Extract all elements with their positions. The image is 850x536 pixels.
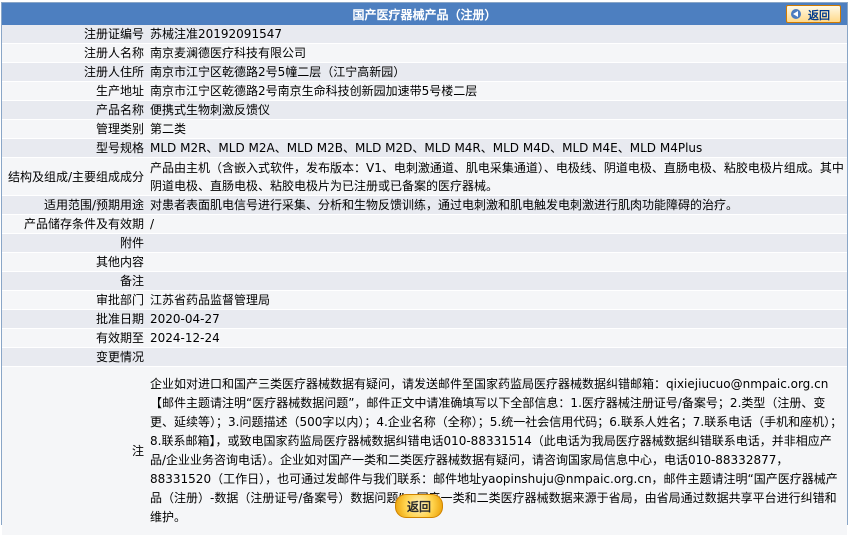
row-label: 管理类别 bbox=[2, 119, 147, 139]
note-text: 企业如对进口和国产三类医疗器械数据有疑问，请发送邮件至国家药监局医疗器械数据纠错… bbox=[147, 366, 847, 536]
title-bar: 国产医疗器械产品（注册） 返回 bbox=[2, 3, 847, 25]
info-table: 注册证编号 苏械注准20192091547 注册人名称 南京麦澜德医疗科技有限公司 注册… bbox=[2, 25, 847, 536]
row-value: 苏械注准20192091547 bbox=[147, 25, 847, 44]
back-button-top[interactable]: 返回 bbox=[786, 5, 841, 23]
row-value: / bbox=[147, 214, 847, 234]
row-value: 2020-04-27 bbox=[147, 309, 847, 329]
row-label: 有效期至 bbox=[2, 328, 147, 348]
row-label: 批准日期 bbox=[2, 309, 147, 329]
info-row: 附件 bbox=[2, 233, 847, 253]
row-label: 附件 bbox=[2, 233, 147, 253]
info-row: 批准日期 2020-04-27 bbox=[2, 309, 847, 329]
info-row: 型号规格 MLD M2R、MLD M2A、MLD M2B、MLD M2D、MLD … bbox=[2, 138, 847, 158]
row-label: 结构及组成/主要组成成分 bbox=[2, 157, 147, 196]
row-value: MLD M2R、MLD M2A、MLD M2B、MLD M2D、MLD M4R、… bbox=[147, 138, 847, 158]
back-arrow-icon bbox=[791, 9, 801, 19]
info-row: 注册人住所 南京市江宁区乾德路2号5幢二层（江宁高新园） bbox=[2, 62, 847, 82]
info-row: 注册证编号 苏械注准20192091547 bbox=[2, 25, 847, 44]
info-row: 备注 bbox=[2, 271, 847, 291]
row-value: 南京麦澜德医疗科技有限公司 bbox=[147, 43, 847, 63]
row-label: 型号规格 bbox=[2, 138, 147, 158]
row-label: 注册证编号 bbox=[2, 25, 147, 44]
note-label: 注 bbox=[2, 366, 147, 536]
info-row: 适用范围/预期用途 对患者表面肌电信号进行采集、分析和生物反馈训练，通过电刺激和肌… bbox=[2, 195, 847, 215]
row-label: 变更情况 bbox=[2, 347, 147, 367]
info-row: 有效期至 2024-12-24 bbox=[2, 328, 847, 348]
row-value: 第二类 bbox=[147, 119, 847, 139]
back-button-top-label: 返回 bbox=[808, 9, 830, 22]
row-value bbox=[147, 233, 847, 253]
back-button-bottom[interactable]: 返回 bbox=[395, 494, 443, 518]
info-row: 审批部门 江苏省药品监督管理局 bbox=[2, 290, 847, 310]
row-value bbox=[147, 271, 847, 291]
row-value: 江苏省药品监督管理局 bbox=[147, 290, 847, 310]
row-value: 南京市江宁区乾德路2号5幢二层（江宁高新园） bbox=[147, 62, 847, 82]
row-value: 便携式生物刺激反馈仪 bbox=[147, 100, 847, 120]
back-button-bottom-label: 返回 bbox=[406, 500, 431, 514]
row-label: 注册人名称 bbox=[2, 43, 147, 63]
row-label: 注册人住所 bbox=[2, 62, 147, 82]
info-row: 产品名称 便携式生物刺激反馈仪 bbox=[2, 100, 847, 120]
row-label: 产品名称 bbox=[2, 100, 147, 120]
info-row: 产品储存条件及有效期 / bbox=[2, 214, 847, 234]
row-label: 生产地址 bbox=[2, 81, 147, 101]
row-value: 南京市江宁区乾德路2号南京生命科技创新园加速带5号楼二层 bbox=[147, 81, 847, 101]
info-row: 管理类别 第二类 bbox=[2, 119, 847, 139]
row-value bbox=[147, 347, 847, 367]
row-label: 备注 bbox=[2, 271, 147, 291]
row-label: 审批部门 bbox=[2, 290, 147, 310]
page-title: 国产医疗器械产品（注册） bbox=[352, 8, 497, 22]
info-row: 变更情况 bbox=[2, 347, 847, 367]
info-row: 结构及组成/主要组成成分 产品由主机（含嵌入式软件，发布版本：V1、电刺激通道、肌… bbox=[2, 157, 847, 196]
row-label: 其他内容 bbox=[2, 252, 147, 272]
info-row: 注册人名称 南京麦澜德医疗科技有限公司 bbox=[2, 43, 847, 63]
row-label: 产品储存条件及有效期 bbox=[2, 214, 147, 234]
row-value: 对患者表面肌电信号进行采集、分析和生物反馈训练，通过电刺激和肌电触发电刺激进行肌… bbox=[147, 195, 847, 215]
info-row: 其他内容 bbox=[2, 252, 847, 272]
detail-window: 国产医疗器械产品（注册） 返回 注册证编号 苏械注准20192091547 注册人名… bbox=[1, 2, 848, 536]
info-row: 生产地址 南京市江宁区乾德路2号南京生命科技创新园加速带5号楼二层 bbox=[2, 81, 847, 101]
row-value bbox=[147, 252, 847, 272]
row-value: 产品由主机（含嵌入式软件，发布版本：V1、电刺激通道、肌电采集通道）、电极线、阴… bbox=[147, 157, 847, 196]
row-label: 适用范围/预期用途 bbox=[2, 195, 147, 215]
row-value: 2024-12-24 bbox=[147, 328, 847, 348]
